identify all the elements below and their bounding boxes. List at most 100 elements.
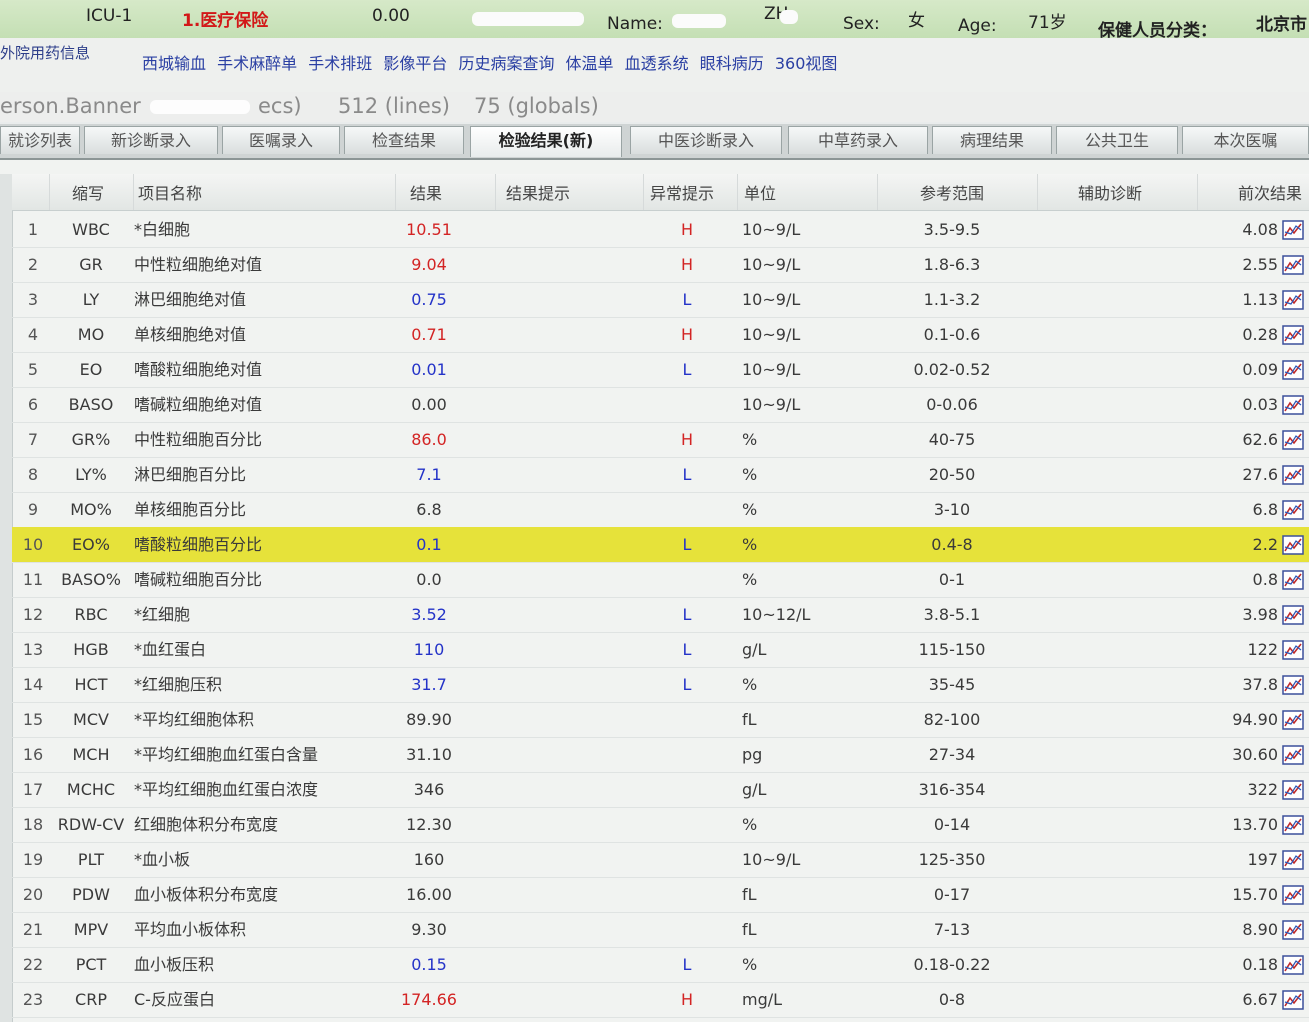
table-row[interactable]: 23 CRP C-反应蛋白 174.66 Hmg/L 0-8 6.67 (12, 982, 1309, 1018)
table-row[interactable]: 10 EO% 嗜酸粒细胞百分比 0.1 L% 0.4-8 2.2 (12, 527, 1309, 563)
table-row[interactable]: 12 RBC *红细胞 3.52 L 10~12/L 3.8-5.1 3.98 (12, 597, 1309, 633)
trend-chart-icon[interactable] (1282, 422, 1306, 457)
row-number: 10 (22, 535, 44, 554)
trend-chart-icon[interactable] (1282, 317, 1306, 352)
trend-chart-icon[interactable] (1282, 562, 1306, 597)
table-row[interactable]: 3 LY 淋巴细胞绝对值 0.75 L 10~9/L 1.1-3.2 1.13 (12, 282, 1309, 318)
reference-cell: 125-350 (918, 850, 986, 869)
table-row[interactable]: 14 HCT *红细胞压积 31.7 L% 35-45 37.8 (12, 667, 1309, 703)
col-abbr[interactable]: 缩写 (50, 174, 134, 210)
table-row[interactable]: 19 PLT *血小板 160 10~9/L 125-350 197 (12, 842, 1309, 878)
trend-chart-icon[interactable] (1282, 877, 1306, 912)
col-previous[interactable]: 前次结果 (1198, 174, 1309, 210)
link-360-view[interactable]: 360视图 (775, 54, 838, 73)
table-row[interactable]: 9 MO% 单核细胞百分比 6.8% 3-10 6.8 (12, 492, 1309, 528)
abnormal-flag-cell: L (682, 535, 692, 554)
trend-chart-icon[interactable] (1282, 247, 1306, 282)
table-row[interactable]: 2 GR 中性粒细胞绝对值 9.04 H 10~9/L 1.8-6.3 2.55 (12, 247, 1309, 283)
table-row[interactable]: 20 PDW 血小板体积分布宽度 16.00 fL 0-17 15.70 (12, 877, 1309, 913)
link-dialysis[interactable]: 血透系统 (625, 54, 689, 73)
trend-chart-icon[interactable] (1282, 982, 1306, 1017)
table-row[interactable]: 5 EO 嗜酸粒细胞绝对值 0.01 L 10~9/L 0.02-0.52 0.09 (12, 352, 1309, 388)
trend-chart-icon[interactable] (1282, 527, 1306, 562)
outside-meds-link[interactable]: 外院用药信息 (0, 42, 90, 63)
trend-chart-icon[interactable] (1282, 667, 1306, 702)
link-anesthesia[interactable]: 手术麻醉单 (217, 54, 297, 73)
reference-cell: 1.8-6.3 (923, 255, 981, 274)
link-history-records[interactable]: 历史病案查询 (458, 54, 554, 73)
link-ophthalmology[interactable]: 眼科病历 (700, 54, 764, 73)
redacted-console (150, 100, 250, 114)
trend-chart-icon[interactable] (1282, 597, 1306, 632)
col-aux[interactable]: 辅助诊断 (1038, 174, 1198, 210)
result-cell: 12.30 (406, 815, 452, 834)
col-result[interactable]: 结果 (396, 174, 496, 210)
previous-result-cell: 15.70 (1232, 885, 1278, 904)
tab-orders-entry[interactable]: 医嘱录入 (222, 126, 340, 154)
table-row[interactable]: 17 MCHC *平均红细胞血红蛋白浓度 346 g/L 316-354 322 (12, 772, 1309, 808)
table-row[interactable]: 8 LY% 淋巴细胞百分比 7.1 L% 20-50 27.6 (12, 457, 1309, 493)
tab-exam-results[interactable]: 检查结果 (344, 126, 464, 154)
abbr-cell: BASO% (61, 570, 121, 589)
col-name[interactable]: 项目名称 (134, 174, 396, 210)
trend-chart-icon[interactable] (1282, 772, 1306, 807)
unit-cell: % (742, 570, 758, 589)
table-row[interactable]: 4 MO 单核细胞绝对值 0.71 H 10~9/L 0.1-0.6 0.28 (12, 317, 1309, 353)
table-row[interactable]: 16 MCH *平均红细胞血红蛋白含量 31.10 pg 27-34 30.60 (12, 737, 1309, 773)
trend-chart-icon[interactable] (1282, 947, 1306, 982)
item-name-cell: 单核细胞绝对值 (134, 325, 247, 344)
trend-chart-icon[interactable] (1282, 807, 1306, 842)
col-reference[interactable]: 参考范围 (878, 174, 1038, 210)
table-row[interactable]: 21 MPV 平均血小板体积 9.30 fL 7-13 8.90 (12, 912, 1309, 948)
tab-new-diagnosis[interactable]: 新诊断录入 (84, 126, 218, 154)
unit-cell: g/L (742, 640, 767, 659)
row-number: 14 (22, 675, 44, 694)
row-number: 9 (27, 500, 39, 519)
result-cell: 0.75 (411, 290, 447, 309)
patient-header: ICU-1 1.医疗保险 0.00 Name: ZH Sex: 女 Age: 7… (0, 0, 1309, 41)
trend-chart-icon[interactable] (1282, 387, 1306, 422)
table-row[interactable]: 18 RDW-CV 红细胞体积分布宽度 12.30% 0-14 13.70 (12, 807, 1309, 843)
abbr-cell: GR% (71, 430, 111, 449)
table-row[interactable]: 11 BASO% 嗜碱粒细胞百分比 0.0% 0-1 0.8 (12, 562, 1309, 598)
table-row[interactable]: 22 PCT 血小板压积 0.15 L% 0.18-0.22 0.18 (12, 947, 1309, 983)
tab-public-health[interactable]: 公共卫生 (1056, 126, 1178, 154)
col-unit[interactable]: 单位 (738, 174, 878, 210)
trend-chart-icon[interactable] (1282, 282, 1306, 317)
trend-chart-icon[interactable] (1282, 737, 1306, 772)
col-abnormal[interactable]: 异常提示 (644, 174, 738, 210)
abnormal-flag-cell (662, 737, 712, 772)
abbr-cell: WBC (72, 220, 110, 239)
item-name-cell: *平均红细胞血红蛋白含量 (134, 745, 319, 764)
tab-current-orders[interactable]: 本次医嘱 (1182, 126, 1309, 154)
abnormal-flag-cell (662, 702, 712, 737)
trend-chart-icon[interactable] (1282, 457, 1306, 492)
link-imaging-platform[interactable]: 影像平台 (383, 54, 447, 73)
tab-herbal-entry[interactable]: 中草药录入 (788, 126, 928, 154)
tab-pathology[interactable]: 病理结果 (932, 126, 1052, 154)
trend-chart-icon[interactable] (1282, 632, 1306, 667)
table-row[interactable]: 6 BASO 嗜碱粒细胞绝对值 0.00 10~9/L 0-0.06 0.03 (12, 387, 1309, 423)
trend-chart-icon[interactable] (1282, 912, 1306, 947)
table-row[interactable]: 15 MCV *平均红细胞体积 89.90 fL 82-100 94.90 (12, 702, 1309, 738)
tab-lab-results-new[interactable]: 检验结果(新) (470, 126, 622, 157)
row-number: 18 (22, 815, 44, 834)
previous-result-cell: 94.90 (1232, 710, 1278, 729)
link-surgery-schedule[interactable]: 手术排班 (308, 54, 372, 73)
row-number: 5 (27, 360, 39, 379)
table-row[interactable]: 13 HGB *血红蛋白 110 Lg/L 115-150 122 (12, 632, 1309, 668)
tab-tcm-diagnosis[interactable]: 中医诊断录入 (630, 126, 782, 154)
link-temperature-chart[interactable]: 体温单 (566, 54, 614, 73)
table-row[interactable]: 7 GR% 中性粒细胞百分比 86.0 H% 40-75 62.6 (12, 422, 1309, 458)
abnormal-flag-cell (662, 842, 712, 877)
link-transfusion[interactable]: 西城输血 (142, 54, 206, 73)
col-result-hint[interactable]: 结果提示 (496, 174, 644, 210)
trend-chart-icon[interactable] (1282, 352, 1306, 387)
trend-chart-icon[interactable] (1282, 702, 1306, 737)
trend-chart-icon[interactable] (1282, 212, 1306, 247)
trend-chart-icon[interactable] (1282, 492, 1306, 527)
trend-chart-icon[interactable] (1282, 842, 1306, 877)
table-row[interactable]: 1 WBC *白细胞 10.51 H 10~9/L 3.5-9.5 4.08 (12, 212, 1309, 248)
quick-link-bar: 外院用药信息 西城输血 手术麻醉单 手术排班 影像平台 历史病案查询 体温单 血… (0, 38, 1309, 92)
tab-visit-list[interactable]: 就诊列表 (0, 126, 80, 154)
